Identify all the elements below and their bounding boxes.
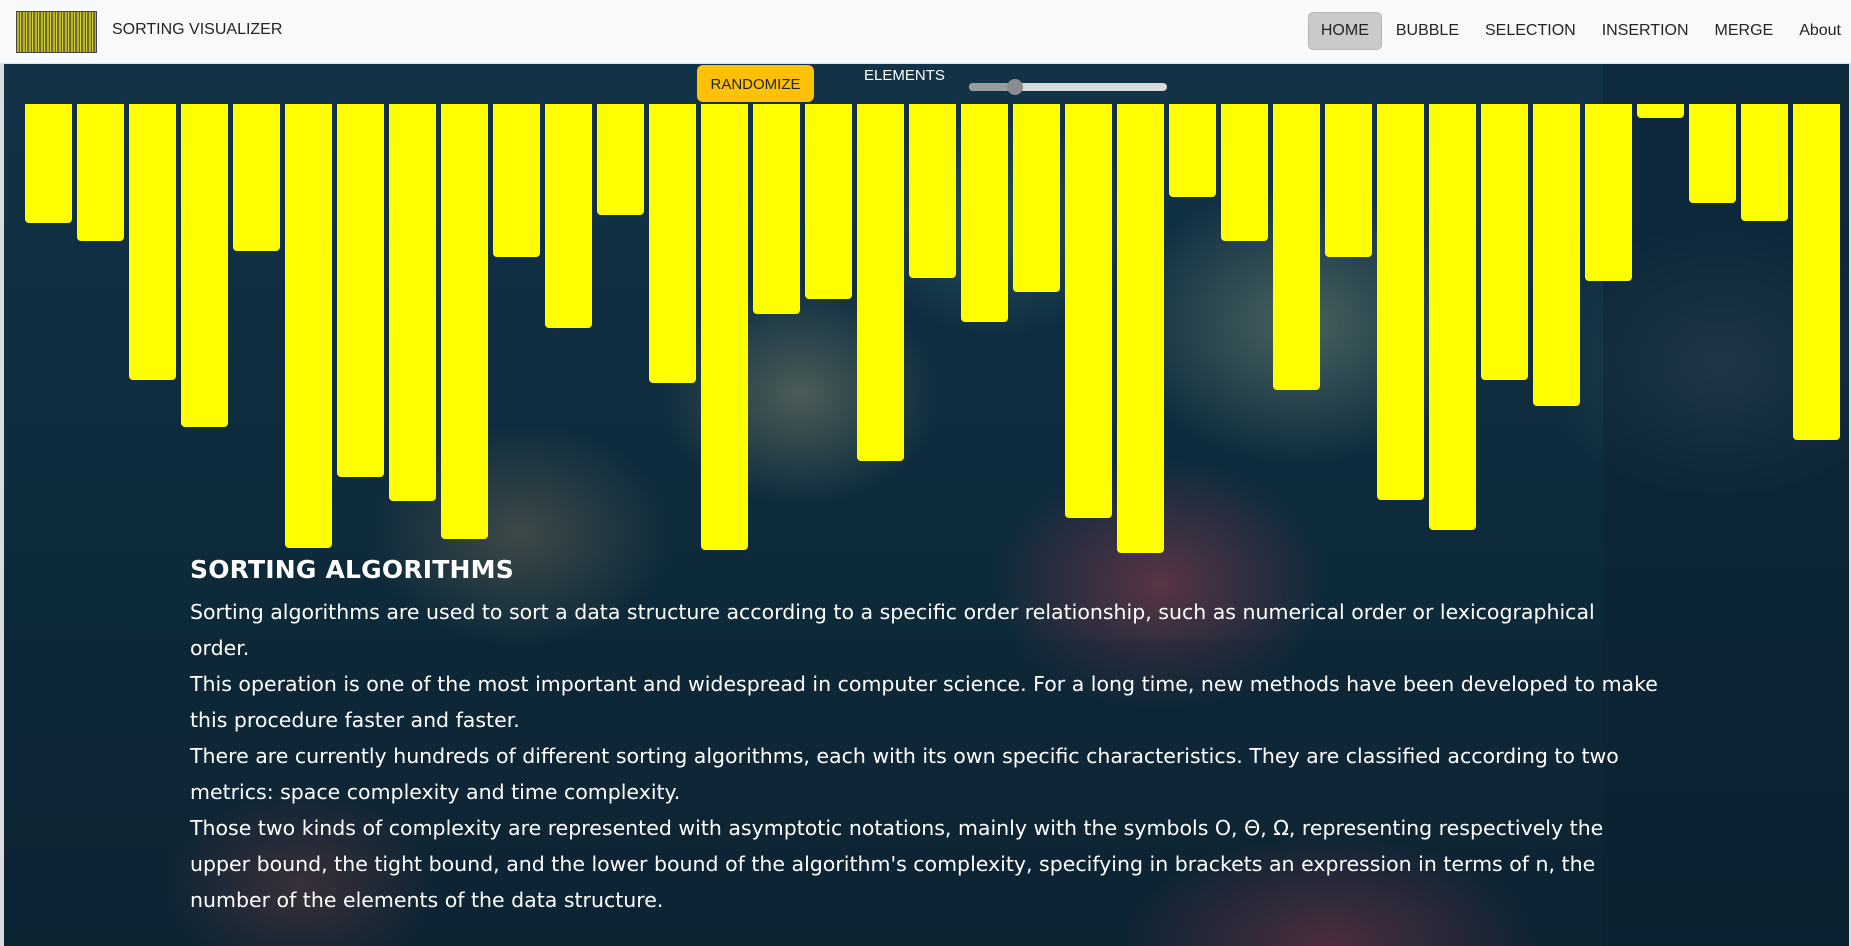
- brand-logo[interactable]: [16, 11, 97, 53]
- nav-links: HOME BUBBLE SELECTION INSERTION MERGE Ab…: [1306, 12, 1851, 50]
- nav-link-insertion[interactable]: INSERTION: [1590, 12, 1701, 50]
- nav-link-merge[interactable]: MERGE: [1703, 12, 1786, 50]
- elements-label: ELEMENTS: [864, 67, 945, 84]
- description-section: SORTING ALGORITHMS Sorting algorithms ar…: [190, 555, 1660, 918]
- nav-link-bubble[interactable]: BUBBLE: [1384, 12, 1471, 50]
- description-paragraph-1: Sorting algorithms are used to sort a da…: [190, 600, 1595, 660]
- description-paragraph-3: There are currently hundreds of differen…: [190, 744, 1619, 804]
- elements-slider-thumb[interactable]: [1006, 79, 1023, 95]
- navbar: SORTING VISUALIZER HOME BUBBLE SELECTION…: [0, 0, 1851, 64]
- elements-slider[interactable]: [969, 79, 1167, 95]
- nav-link-home[interactable]: HOME: [1307, 12, 1382, 50]
- randomize-button[interactable]: RANDOMIZE: [697, 65, 814, 102]
- nav-link-selection[interactable]: SELECTION: [1473, 12, 1588, 50]
- description-paragraph-4: Those two kinds of complexity are repres…: [190, 816, 1604, 912]
- description-paragraph-2: This operation is one of the most import…: [190, 672, 1658, 732]
- window-left-edge: [0, 64, 4, 946]
- brand-title[interactable]: SORTING VISUALIZER: [112, 21, 282, 39]
- section-heading: SORTING ALGORITHMS: [190, 555, 514, 584]
- nav-link-about[interactable]: About: [1787, 12, 1851, 50]
